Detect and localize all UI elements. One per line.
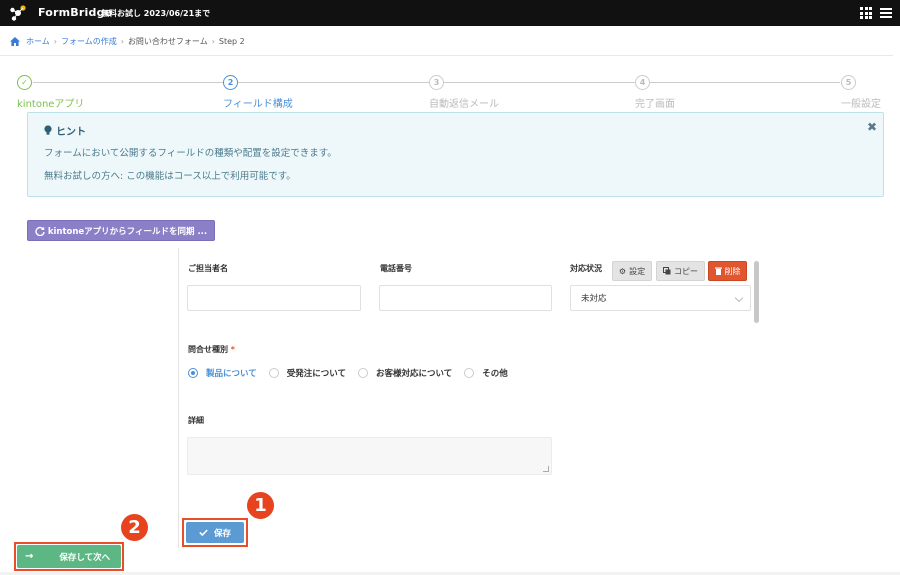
step-4-marker[interactable]: 4	[635, 75, 650, 90]
hamburger-icon[interactable]	[880, 8, 892, 18]
breadcrumb-forms-link[interactable]: フォームの作成	[61, 36, 117, 47]
status-select[interactable]: 未対応	[570, 285, 751, 311]
field-copy-button[interactable]: コピー	[656, 261, 705, 281]
step-1-label[interactable]: kintoneアプリ	[17, 95, 84, 110]
annotation-badge-1: 1	[247, 492, 274, 519]
top-bar: FormBridge 無料お試し 2023/06/21まで	[0, 0, 900, 26]
field-settings-button[interactable]: ⚙ 設定	[612, 261, 652, 281]
hint-heading: ヒント	[44, 123, 86, 138]
annotation-badge-2: 2	[121, 514, 148, 541]
copy-icon	[663, 267, 671, 275]
step-3-marker[interactable]: 3	[429, 75, 444, 90]
breadcrumb-form-name: お問い合わせフォーム	[127, 37, 208, 46]
person-name-input[interactable]	[187, 285, 361, 311]
radio-label: お客様対応について	[376, 369, 453, 379]
breadcrumb-divider	[0, 55, 893, 56]
save-button-label: 保存	[213, 528, 231, 539]
breadcrumb: ホーム › フォームの作成 › お問い合わせフォーム › Step 2	[10, 36, 245, 47]
arrow-right-icon: →	[25, 551, 34, 562]
phone-input[interactable]	[379, 285, 552, 311]
chevron-down-icon	[734, 293, 744, 303]
radio-button[interactable]	[188, 368, 198, 378]
step-2-marker[interactable]: 2	[223, 75, 238, 90]
radio-label: その他	[482, 369, 508, 379]
save-and-next-button[interactable]: → 保存して次へ	[17, 545, 121, 568]
field-copy-label: コピー	[674, 266, 698, 276]
step-connector	[238, 82, 429, 83]
inquiry-type-radio-group: 製品について 受発注について お客様対応について その他	[188, 367, 520, 379]
scrollbar[interactable]	[754, 261, 759, 323]
resize-handle-icon[interactable]	[543, 466, 549, 472]
field-label-person: ご担当者名	[188, 264, 228, 273]
hint-title: ヒント	[56, 127, 86, 138]
radio-button[interactable]	[358, 368, 368, 378]
hint-panel: ヒント フォームにおいて公開するフィールドの種類や配置を設定できます。 無料お試…	[27, 112, 884, 197]
save-and-next-label: 保存して次へ	[59, 552, 111, 563]
step-connector	[444, 82, 635, 83]
sync-fields-button[interactable]: kintoneアプリからフィールドを同期 ...	[27, 220, 215, 241]
inquiry-type-label-text: 問合せ種別	[188, 345, 228, 354]
field-label-phone: 電話番号	[380, 264, 412, 273]
details-textarea[interactable]	[187, 437, 552, 475]
sync-fields-label: kintoneアプリからフィールドを同期 ...	[47, 226, 208, 237]
field-label-inquiry-type: 問合せ種別 *	[188, 344, 235, 355]
field-delete-button[interactable]: 削除	[708, 261, 747, 281]
radio-button[interactable]	[464, 368, 475, 378]
step-3-label[interactable]: 自動返信メール	[429, 95, 499, 110]
step-connector	[33, 82, 223, 83]
radio-option-customer-support[interactable]: お客様対応について	[358, 367, 452, 379]
radio-option-other[interactable]: その他	[464, 367, 508, 379]
breadcrumb-separator: ›	[53, 37, 57, 46]
breadcrumb-step: Step 2	[218, 37, 245, 46]
breadcrumb-home-link[interactable]: ホーム	[26, 36, 50, 47]
step-connector	[650, 82, 840, 83]
step-5-marker[interactable]: 5	[841, 75, 856, 90]
step-4-label[interactable]: 完了画面	[635, 95, 675, 110]
field-label-status: 対応状況	[570, 264, 602, 273]
breadcrumb-separator: ›	[211, 37, 215, 46]
sync-icon	[35, 226, 45, 236]
step-2-label[interactable]: フィールド構成	[223, 95, 293, 110]
trial-notice: 無料お試し 2023/06/21まで	[101, 9, 211, 18]
grid-icon[interactable]	[860, 7, 872, 19]
radio-option-product[interactable]: 製品について	[188, 367, 257, 379]
hint-text-1: フォームにおいて公開するフィールドの種類や配置を設定できます。	[44, 148, 337, 159]
step-1-check-icon[interactable]: ✓	[17, 75, 32, 90]
field-settings-label: 設定	[629, 266, 646, 276]
required-mark: *	[230, 345, 235, 354]
wizard-steps: ✓ 2 3 4 5 kintoneアプリ フィールド構成 自動返信メール 完了画…	[0, 72, 900, 112]
save-button[interactable]: 保存	[186, 522, 244, 543]
status-select-value: 未対応	[581, 294, 607, 304]
formbridge-logo-icon[interactable]	[9, 4, 27, 22]
gear-icon: ⚙	[618, 266, 627, 276]
radio-label: 受発注について	[286, 369, 346, 379]
breadcrumb-separator: ›	[120, 37, 124, 46]
trash-icon	[714, 267, 722, 275]
field-delete-label: 削除	[724, 266, 741, 276]
hint-text-2: 無料お試しの方へ: この機能はコース以上で利用可能です。	[44, 171, 296, 182]
lightbulb-icon	[44, 125, 52, 135]
close-icon[interactable]: ✖	[867, 120, 877, 134]
radio-label: 製品について	[206, 369, 257, 379]
check-icon	[199, 529, 208, 536]
home-icon	[10, 37, 20, 46]
radio-button[interactable]	[268, 368, 279, 378]
radio-option-orders[interactable]: 受発注について	[268, 367, 346, 379]
form-canvas-divider	[178, 248, 179, 548]
field-label-details: 詳細	[188, 416, 204, 425]
step-5-label[interactable]: 一般設定	[841, 95, 881, 110]
